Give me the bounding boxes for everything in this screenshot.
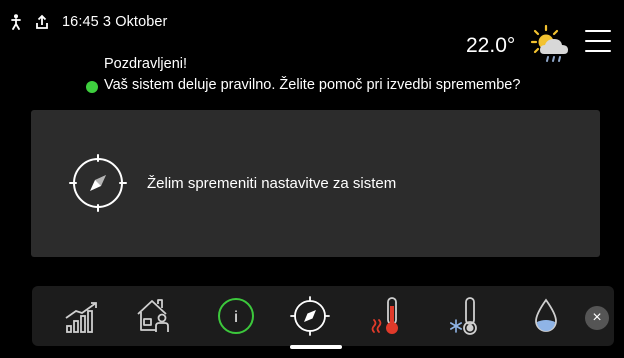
compass-icon[interactable] — [288, 294, 332, 338]
change-settings-label: Želim spremeniti nastavitve za sistem — [147, 175, 397, 192]
close-glyph: × — [592, 309, 602, 326]
house-person-icon[interactable] — [132, 294, 176, 338]
datetime: 16:45 3 Oktober — [62, 14, 168, 30]
menu-line — [585, 30, 611, 32]
info-icon[interactable]: i — [214, 294, 258, 338]
info-icon-letter: i — [234, 309, 238, 326]
close-icon[interactable]: × — [585, 306, 609, 330]
system-status-line: Vaš sistem deluje pravilno. Želite pomoč… — [86, 77, 520, 93]
system-status-text: Vaš sistem deluje pravilno. Želite pomoč… — [104, 77, 521, 93]
bottom-nav-bar: i — [32, 286, 614, 346]
menu-button[interactable] — [585, 30, 611, 54]
partly-cloudy-rain-icon — [530, 24, 568, 62]
status-ok-icon — [86, 80, 98, 93]
water-drop-icon[interactable] — [524, 294, 568, 338]
heating-thermometer-icon[interactable] — [366, 294, 410, 338]
menu-line — [585, 50, 611, 52]
upload-icon — [36, 14, 48, 29]
outdoor-temperature: 22.0° — [466, 34, 516, 57]
person-icon — [11, 14, 21, 30]
chart-icon[interactable] — [60, 294, 104, 338]
greeting-text: Pozdravljeni! — [104, 56, 188, 72]
change-settings-card[interactable]: Želim spremeniti nastavitve za sistem — [31, 110, 600, 257]
cooling-thermometer-icon[interactable] — [444, 294, 488, 338]
status-bar: 16:45 3 Oktober — [10, 12, 168, 32]
menu-line — [585, 40, 611, 42]
compass-icon — [69, 154, 127, 212]
active-tab-indicator — [290, 345, 342, 349]
